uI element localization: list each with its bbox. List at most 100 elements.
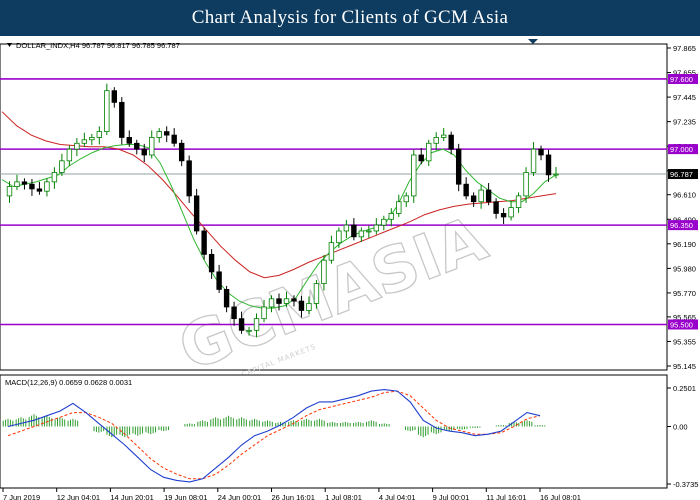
y-tick-label: 97.865	[673, 44, 696, 53]
candle-body	[253, 318, 260, 331]
macd-y-tick-label: -0.3735	[673, 480, 698, 489]
y-tick-label: 95.145	[673, 362, 696, 371]
x-tick-label: 19 Jun 08:01	[164, 493, 207, 500]
header-banner: Chart Analysis for Clients of GCM Asia	[0, 0, 700, 36]
candle-body	[321, 259, 327, 284]
candle-body	[66, 148, 73, 162]
candle-body	[545, 154, 552, 176]
x-tick-label: 16 Jul 08:01	[540, 493, 581, 500]
candle-body	[508, 207, 514, 218]
x-tick-label: 4 Jul 04:01	[379, 493, 416, 500]
y-tick-label: 97.445	[673, 93, 696, 102]
candle-body	[515, 195, 522, 208]
macd-y-tick-label: 0.2501	[673, 384, 696, 393]
candle-body	[186, 160, 192, 197]
candle-body	[261, 306, 267, 320]
candle-body	[171, 134, 177, 144]
candle-body	[396, 201, 402, 214]
candle-body	[14, 181, 20, 187]
candle-body	[21, 181, 28, 185]
level-price-label: 97.600	[670, 75, 693, 84]
candle-body	[455, 148, 462, 185]
candle-body	[36, 188, 43, 192]
macd-plot-frame	[0, 374, 668, 489]
price-chart: DOLLAR_INDX,H4 96.787 96.817 96.785 96.7…	[0, 39, 698, 500]
candle-body	[119, 101, 125, 138]
candle-body	[6, 186, 13, 197]
candle-body	[74, 142, 80, 150]
candle-body	[328, 242, 335, 261]
candle-body	[134, 142, 140, 150]
macd-y-tick-label: 0.00	[673, 423, 688, 432]
candle-body	[96, 131, 103, 138]
candle-body	[313, 283, 320, 304]
y-tick-label: 97.235	[673, 118, 696, 127]
candle-body	[276, 298, 282, 304]
candle-body	[104, 90, 110, 132]
banner-title: Chart Analysis for Clients of GCM Asia	[191, 7, 509, 28]
candle-body	[343, 224, 350, 232]
candle-body	[523, 172, 529, 197]
level-price-label: 96.350	[670, 221, 693, 230]
candle-body	[441, 134, 447, 138]
macd-info: MACD(12,26,9) 0.0659 0.0628 0.0031	[5, 378, 132, 387]
candle-body	[164, 131, 170, 136]
candle-body	[126, 137, 132, 144]
candle-body	[51, 172, 58, 183]
candle-body	[538, 148, 544, 156]
shift-marker-icon[interactable]	[528, 39, 538, 44]
level-price-label: 95.500	[670, 320, 693, 329]
y-tick-label: 96.190	[673, 240, 696, 249]
candle-body	[418, 154, 424, 162]
candle-body	[493, 201, 499, 214]
candle-body	[216, 271, 222, 290]
candle-body	[381, 218, 387, 226]
y-tick-label: 95.770	[673, 289, 696, 298]
x-tick-label: 7 Jun 2019	[3, 493, 40, 500]
candle-body	[358, 230, 365, 238]
candle-body	[470, 195, 477, 203]
candle-body	[306, 303, 312, 311]
candle-body	[193, 195, 200, 232]
candle-body	[156, 131, 162, 138]
candle-body	[59, 160, 65, 173]
candle-body	[500, 213, 507, 218]
instrument-info: DOLLAR_INDX,H4 96.787 96.817 96.785 96.7…	[16, 41, 180, 50]
candle-body	[149, 137, 155, 156]
candle-body	[373, 224, 380, 232]
x-tick-label: 11 Jul 16:01	[486, 493, 526, 500]
level-price-label: 97.000	[670, 145, 693, 154]
x-tick-label: 9 Jul 00:01	[433, 493, 470, 500]
candle-body	[29, 183, 35, 190]
y-tick-label: 96.610	[673, 191, 696, 200]
candle-body	[485, 189, 492, 203]
candle-body	[411, 154, 417, 197]
candle-body	[201, 230, 207, 255]
candle-body	[403, 195, 409, 203]
y-tick-label: 95.980	[673, 264, 696, 273]
x-tick-label: 24 Jun 00:01	[218, 493, 261, 500]
candle-body	[208, 253, 215, 273]
candle-body	[81, 139, 88, 144]
candle-body	[89, 137, 95, 141]
candle-body	[388, 213, 394, 220]
candle-body	[111, 90, 117, 103]
candle-body	[283, 298, 290, 304]
x-tick-label: 12 Jun 04:01	[57, 493, 100, 500]
candle-body	[426, 142, 432, 162]
x-tick-label: 26 Jun 16:01	[272, 493, 315, 500]
candle-body	[478, 189, 484, 203]
x-tick-label: 14 Jun 20:01	[110, 493, 153, 500]
candle-body	[44, 181, 50, 192]
candle-body	[291, 298, 297, 302]
candle-body	[336, 230, 342, 244]
y-tick-label: 95.355	[673, 337, 696, 346]
macd-panel: MACD(12,26,9) 0.0659 0.0628 0.0031	[0, 374, 668, 489]
candle-body	[433, 137, 439, 144]
candle-body	[231, 306, 237, 320]
candle-body	[448, 134, 454, 150]
candle-body	[530, 148, 537, 173]
candle-body	[351, 224, 357, 238]
candle-body	[178, 142, 185, 162]
candle-body	[141, 148, 147, 156]
